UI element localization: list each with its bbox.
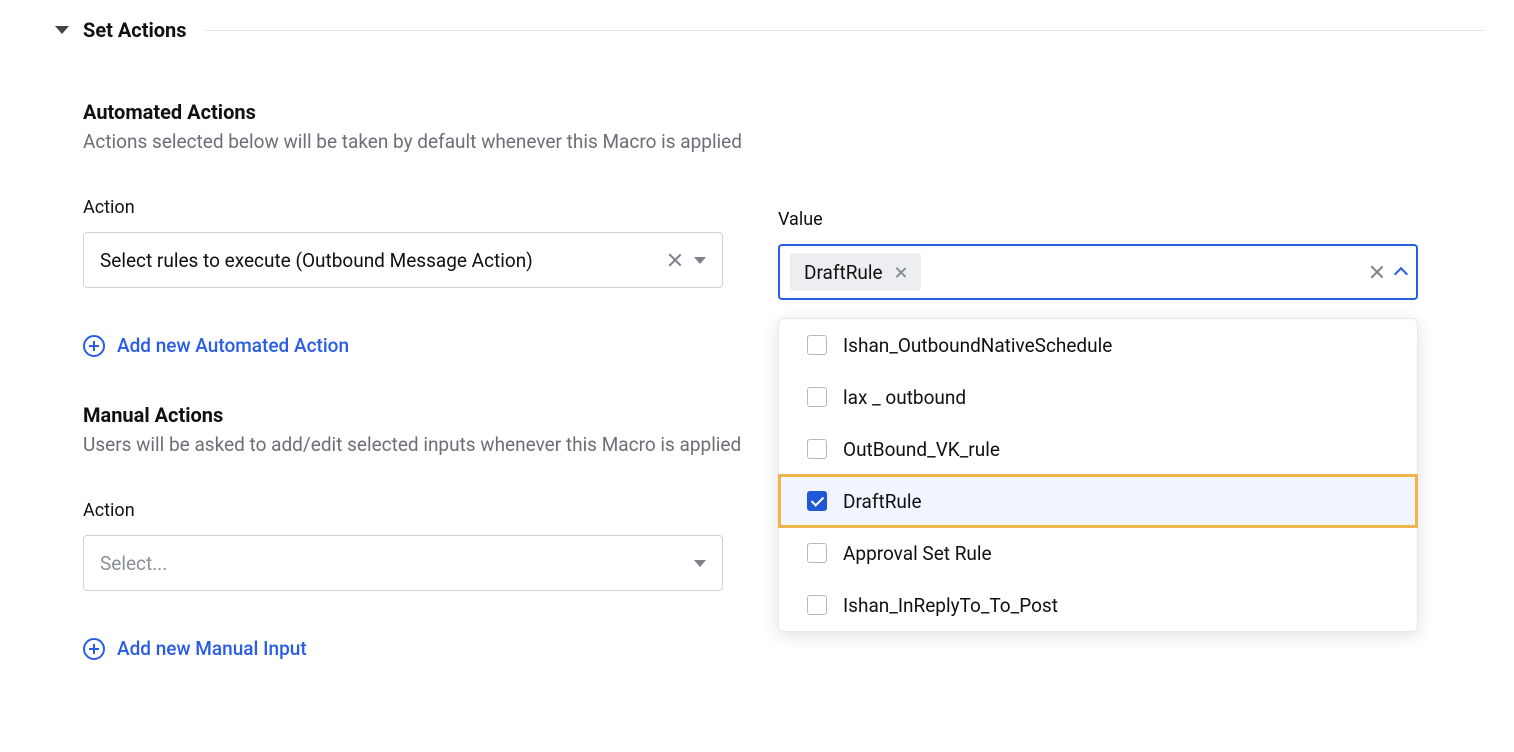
option-label: lax _ outbound [843,386,966,409]
checkbox[interactable] [807,543,827,563]
option[interactable]: Approval Set Rule [779,527,1417,579]
value-chip-label: DraftRule [804,261,883,284]
chip-remove-icon[interactable] [893,263,911,281]
manual-action-select[interactable]: Select... [83,535,723,591]
checkbox[interactable] [807,335,827,355]
automated-desc: Actions selected below will be taken by … [83,130,1463,153]
caret-down-icon[interactable] [55,26,69,34]
automated-title: Automated Actions [83,100,1463,124]
action-select[interactable]: Select rules to execute (Outbound Messag… [83,232,723,288]
chevron-down-icon[interactable] [694,560,706,567]
manual-action-label: Action [83,500,723,521]
divider [205,30,1484,31]
action-select-value: Select rules to execute (Outbound Messag… [100,249,666,272]
option[interactable]: lax _ outbound [779,371,1417,423]
option-selected[interactable]: DraftRule [779,475,1417,527]
option-label: OutBound_VK_rule [843,438,1000,461]
checkbox[interactable] [807,439,827,459]
option-label: DraftRule [843,490,922,513]
manual-action-placeholder: Select... [100,552,694,575]
option[interactable]: OutBound_VK_rule [779,423,1417,475]
add-manual-label: Add new Manual Input [117,637,307,660]
section-title: Set Actions [83,18,187,42]
add-manual-input[interactable]: Add new Manual Input [83,637,1463,660]
option[interactable]: Ishan_OutboundNativeSchedule [779,319,1417,371]
section-header: Set Actions [55,18,1484,42]
clear-icon[interactable] [666,251,684,269]
value-label: Value [778,209,1418,230]
checkbox-checked[interactable] [807,491,827,511]
value-dropdown: Ishan_OutboundNativeSchedule lax _ outbo… [778,318,1418,632]
option[interactable]: Ishan_InReplyTo_To_Post [779,579,1417,631]
checkbox[interactable] [807,387,827,407]
checkbox[interactable] [807,595,827,615]
chevron-down-icon[interactable] [694,257,706,264]
chevron-up-icon[interactable] [1394,267,1408,281]
clear-icon[interactable] [1368,263,1386,281]
plus-circle-icon [83,638,105,660]
value-chip: DraftRule [790,253,921,291]
option-label: Approval Set Rule [843,542,992,565]
value-multiselect[interactable]: DraftRule [778,244,1418,300]
option-label: Ishan_InReplyTo_To_Post [843,594,1058,617]
add-automated-label: Add new Automated Action [117,334,349,357]
option-label: Ishan_OutboundNativeSchedule [843,334,1112,357]
plus-circle-icon [83,335,105,357]
action-label: Action [83,197,723,218]
